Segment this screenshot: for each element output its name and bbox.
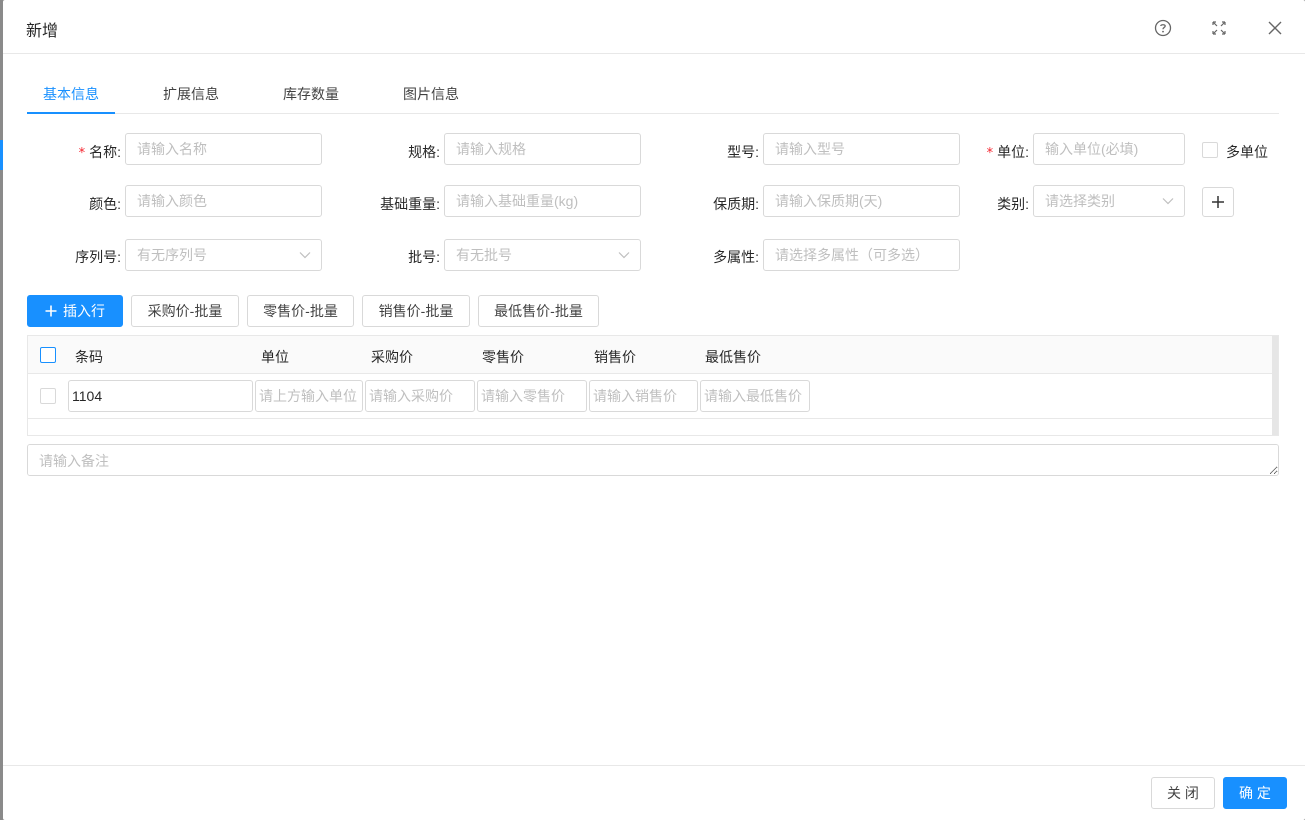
plus-icon bbox=[45, 305, 57, 317]
batch-placeholder: 有无批号 bbox=[456, 247, 512, 263]
attributes-label: 多属性: bbox=[713, 249, 759, 265]
category-placeholder: 请选择类别 bbox=[1045, 193, 1115, 209]
fullscreen-icon[interactable] bbox=[1209, 18, 1229, 38]
unit-label: * 单位: bbox=[986, 144, 1029, 161]
insert-row-label: 插入行 bbox=[63, 303, 105, 319]
table-scrollbar[interactable] bbox=[1272, 336, 1278, 435]
category-select[interactable]: 请选择类别 bbox=[1033, 185, 1185, 217]
weight-label: 基础重量: bbox=[380, 196, 440, 212]
question-circle-icon[interactable] bbox=[1153, 18, 1173, 38]
insert-row-button[interactable]: 插入行 bbox=[27, 295, 123, 327]
unit-cell-input[interactable] bbox=[255, 380, 363, 412]
column-header-min-sale-price: 最低售价 bbox=[705, 349, 761, 365]
attributes-placeholder: 请选择多属性（可多选） bbox=[775, 247, 929, 263]
tab-extended-info[interactable]: 扩展信息 bbox=[163, 84, 219, 104]
retail-price-input[interactable] bbox=[477, 380, 587, 412]
plus-icon bbox=[1212, 196, 1224, 208]
multi-unit-label: 多单位 bbox=[1226, 144, 1268, 160]
row-checkbox[interactable] bbox=[40, 388, 56, 404]
spec-input[interactable] bbox=[444, 133, 641, 165]
unit-input[interactable] bbox=[1033, 133, 1185, 165]
sale-price-batch-button[interactable]: 销售价-批量 bbox=[362, 295, 470, 327]
table-row bbox=[28, 374, 1272, 419]
required-mark: * bbox=[78, 146, 86, 161]
select-all-checkbox[interactable] bbox=[40, 347, 56, 363]
category-label: 类别: bbox=[997, 196, 1029, 212]
tab-bar: 基本信息 扩展信息 库存数量 图片信息 bbox=[27, 70, 1279, 114]
min-sale-price-input[interactable] bbox=[700, 380, 810, 412]
ok-button[interactable]: 确 定 bbox=[1223, 777, 1287, 809]
barcode-table: 条码 单位 采购价 零售价 销售价 最低售价 bbox=[27, 335, 1279, 436]
close-icon[interactable] bbox=[1265, 18, 1285, 38]
add-category-button[interactable] bbox=[1202, 187, 1234, 217]
model-label: 型号: bbox=[727, 144, 759, 160]
name-label: * 名称: bbox=[78, 144, 121, 161]
tab-image-info[interactable]: 图片信息 bbox=[403, 84, 459, 104]
required-mark: * bbox=[986, 146, 994, 161]
retail-price-batch-button[interactable]: 零售价-批量 bbox=[247, 295, 354, 327]
column-header-barcode: 条码 bbox=[75, 349, 103, 365]
weight-input[interactable] bbox=[444, 185, 641, 217]
new-item-dialog: 新增 基本信息 扩展信息 库存数量 图片信息 *名称: 规格: 型号: *单位:… bbox=[3, 0, 1305, 820]
barcode-input[interactable] bbox=[68, 380, 253, 412]
dialog-footer: 关 闭 确 定 bbox=[3, 765, 1305, 820]
name-input[interactable] bbox=[125, 133, 322, 165]
active-tab-indicator bbox=[27, 112, 115, 114]
model-input[interactable] bbox=[763, 133, 960, 165]
column-header-purchase-price: 采购价 bbox=[371, 349, 413, 365]
serial-label: 序列号: bbox=[75, 249, 121, 265]
chevron-down-icon bbox=[1162, 198, 1174, 205]
dialog-header: 新增 bbox=[3, 0, 1305, 54]
chevron-down-icon bbox=[618, 252, 630, 259]
close-button[interactable]: 关 闭 bbox=[1151, 777, 1215, 809]
purchase-price-input[interactable] bbox=[365, 380, 475, 412]
column-header-unit: 单位 bbox=[261, 349, 289, 365]
purchase-price-batch-button[interactable]: 采购价-批量 bbox=[131, 295, 239, 327]
spec-label: 规格: bbox=[408, 144, 440, 160]
shelf-life-label: 保质期: bbox=[713, 196, 759, 212]
dialog-title: 新增 bbox=[26, 23, 59, 40]
sale-price-input[interactable] bbox=[589, 380, 698, 412]
remark-input[interactable] bbox=[27, 444, 1279, 476]
multi-unit-checkbox[interactable] bbox=[1202, 142, 1218, 158]
shelf-life-input[interactable] bbox=[763, 185, 960, 217]
chevron-down-icon bbox=[299, 252, 311, 259]
batch-label: 批号: bbox=[408, 249, 440, 265]
tab-basic-info[interactable]: 基本信息 bbox=[43, 84, 99, 104]
serial-placeholder: 有无序列号 bbox=[137, 247, 207, 263]
column-header-sale-price: 销售价 bbox=[594, 349, 636, 365]
batch-select[interactable]: 有无批号 bbox=[444, 239, 641, 271]
tab-stock-quantity[interactable]: 库存数量 bbox=[283, 84, 339, 104]
column-header-retail-price: 零售价 bbox=[482, 349, 524, 365]
color-label: 颜色: bbox=[89, 196, 121, 212]
table-header: 条码 单位 采购价 零售价 销售价 最低售价 bbox=[28, 336, 1272, 374]
attributes-select[interactable]: 请选择多属性（可多选） bbox=[763, 239, 960, 271]
color-input[interactable] bbox=[125, 185, 322, 217]
min-sale-price-batch-button[interactable]: 最低售价-批量 bbox=[478, 295, 599, 327]
serial-select[interactable]: 有无序列号 bbox=[125, 239, 322, 271]
